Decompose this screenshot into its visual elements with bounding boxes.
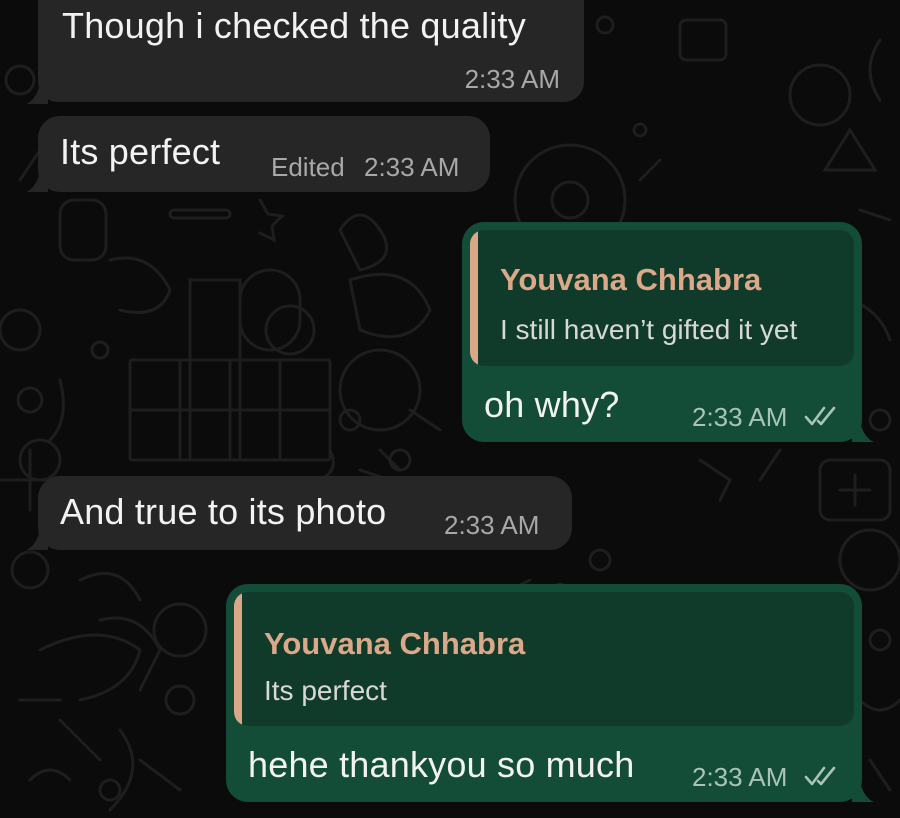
message-text: oh why? xyxy=(484,384,620,425)
quoted-reply[interactable]: Youvana Chhabra I still haven’t gifted i… xyxy=(470,230,854,366)
quoted-reply[interactable]: Youvana Chhabra Its perfect xyxy=(234,592,854,726)
quoted-sender-name: Youvana Chhabra xyxy=(500,262,762,297)
bubble-tail xyxy=(852,422,874,442)
edited-label: Edited xyxy=(271,152,345,182)
quote-accent-bar xyxy=(470,230,478,366)
message-text: Though i checked the quality xyxy=(62,5,526,46)
message-time: 2:33 AM xyxy=(364,152,460,182)
quoted-sender-name: Youvana Chhabra xyxy=(264,626,526,661)
message-text: And true to its photo xyxy=(60,491,387,532)
incoming-message[interactable]: And true to its photo 2:33 AM xyxy=(38,476,572,550)
message-text: hehe thankyou so much xyxy=(248,744,635,785)
message-text: Its perfect xyxy=(60,131,221,172)
incoming-message[interactable]: Though i checked the quality 2:33 AM xyxy=(38,0,584,102)
message-time: 2:33 AM xyxy=(444,510,540,540)
bubble-tail xyxy=(26,84,48,104)
message-time: 2:33 AM xyxy=(692,402,788,432)
double-check-icon xyxy=(804,766,836,786)
bubble-tail xyxy=(26,530,48,550)
outgoing-message[interactable]: Youvana Chhabra I still haven’t gifted i… xyxy=(462,222,862,442)
double-check-icon xyxy=(804,406,836,426)
quote-accent-bar xyxy=(234,592,242,726)
incoming-message[interactable]: Its perfect Edited 2:33 AM xyxy=(38,116,490,192)
message-time: 2:33 AM xyxy=(464,64,560,94)
bubble-tail xyxy=(26,172,48,192)
message-time: 2:33 AM xyxy=(692,762,788,792)
quoted-text: Its perfect xyxy=(264,675,387,706)
quoted-text: I still haven’t gifted it yet xyxy=(500,314,798,345)
outgoing-message[interactable]: Youvana Chhabra Its perfect hehe thankyo… xyxy=(226,584,862,802)
bubble-tail xyxy=(852,782,874,802)
